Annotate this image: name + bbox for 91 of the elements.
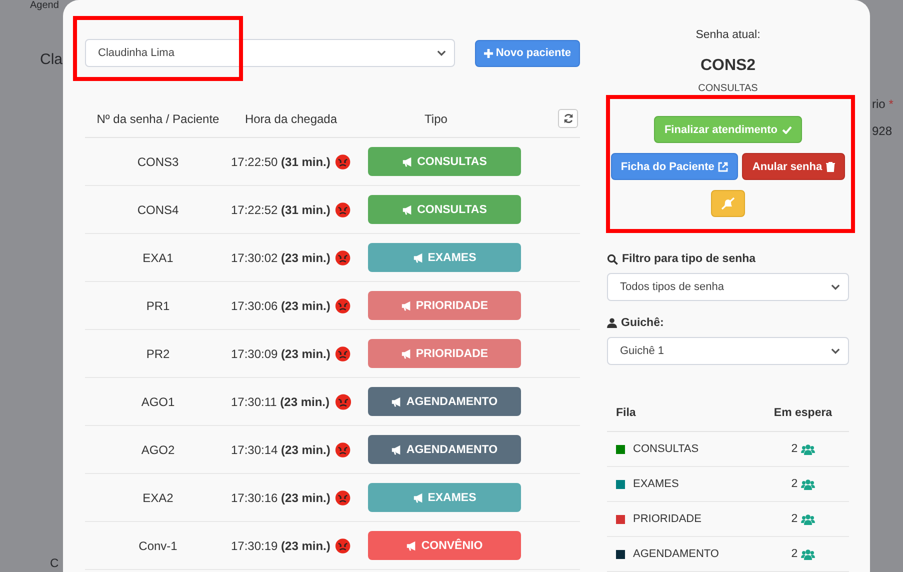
queue-name: EXAMES — [633, 478, 679, 490]
patient-record-button[interactable]: Ficha do Paciente — [610, 153, 738, 180]
nav-link[interactable]: Agend — [30, 0, 59, 11]
call-ticket-button[interactable]: CONVÊNIO — [368, 531, 521, 560]
footer-button[interactable]: C — [50, 556, 59, 570]
angry-face-icon — [335, 344, 351, 362]
ticket-cell-text: CONS3 — [136, 154, 180, 168]
call-ticket-button[interactable]: CONSULTAS — [368, 147, 521, 176]
megaphone-icon — [391, 396, 402, 406]
call-ticket-button[interactable]: AGENDAMENTO — [368, 387, 521, 416]
plus-icon — [484, 48, 493, 58]
field-label: rio * — [872, 97, 894, 111]
counter-label: Guichê: — [607, 317, 849, 329]
arrival-time: 17:30:06 (23 min.) — [231, 298, 330, 312]
waiting-count: 2 — [791, 513, 798, 525]
search-icon — [607, 254, 618, 264]
users-icon — [800, 548, 815, 560]
megaphone-icon — [402, 204, 414, 214]
ticket-cell-text: CONS4 — [136, 202, 180, 216]
caret-icon — [831, 347, 840, 355]
queue-name: PRIORIDADE — [633, 513, 702, 525]
current-ticket-label: Senha atual: — [696, 29, 760, 41]
megaphone-icon — [400, 300, 412, 310]
caret-icon — [831, 283, 840, 291]
check-icon — [782, 126, 792, 134]
column-header: Hora da chegada — [244, 112, 338, 126]
ticket-cell-text: EXA1 — [142, 250, 174, 264]
angry-face-icon — [335, 200, 351, 218]
column-header: Fila — [615, 407, 637, 419]
arrival-time: 17:22:52 (31 min.) — [231, 202, 330, 216]
external-link-icon — [718, 162, 728, 172]
angry-face-icon — [334, 392, 351, 410]
ticket-cell-text: PR1 — [145, 298, 171, 312]
angry-face-icon — [335, 488, 351, 506]
angry-face-icon — [335, 152, 351, 170]
call-ticket-button[interactable]: AGENDAMENTO — [368, 435, 521, 464]
refresh-button[interactable] — [558, 109, 578, 128]
queue-name: CONSULTAS — [633, 443, 699, 455]
megaphone-icon — [400, 348, 412, 358]
arrival-time: 17:30:16 (23 min.) — [231, 490, 330, 504]
counter-select[interactable]: Guichê 1 — [607, 337, 849, 365]
arrival-time: 17:30:02 (23 min.) — [231, 250, 330, 264]
ticket-cell-text: AGO1 — [140, 394, 176, 408]
call-ticket-button[interactable]: EXAMES — [368, 243, 521, 272]
column-header: Em espera — [772, 407, 834, 419]
patient-select[interactable]: Claudinha Lima — [85, 39, 455, 67]
users-icon — [800, 514, 815, 524]
call-ticket-button[interactable]: EXAMES — [368, 483, 521, 512]
users-icon — [800, 444, 815, 454]
arrival-time: 17:30:11 (23 min.) — [231, 394, 330, 408]
muted-bell-icon — [721, 197, 735, 210]
current-ticket-type: CONSULTAS — [698, 83, 758, 94]
ticket-cell-text: AGO2 — [140, 442, 176, 456]
queue-name: AGENDAMENTO — [633, 548, 719, 560]
waiting-count: 2 — [791, 478, 798, 490]
filter-label: Filtro para tipo de senha — [607, 253, 849, 265]
column-header: Tipo — [424, 112, 448, 126]
waiting-count: 2 — [791, 548, 798, 560]
field-value: 928 — [872, 124, 892, 138]
column-header: Nº da senha / Paciente — [96, 112, 220, 126]
current-ticket: CONS2 — [700, 57, 756, 75]
user-icon — [607, 318, 617, 328]
call-ticket-button[interactable]: PRIORIDADE — [368, 339, 521, 368]
megaphone-icon — [391, 444, 402, 454]
angry-face-icon — [335, 296, 351, 314]
waiting-count: 2 — [791, 443, 798, 455]
megaphone-icon — [402, 156, 414, 166]
angry-face-icon — [335, 248, 351, 266]
page-heading: Cla — [40, 51, 63, 68]
ticket-cell-text: PR2 — [145, 346, 171, 360]
angry-face-icon — [335, 536, 351, 554]
arrival-time: 17:22:50 (31 min.) — [231, 154, 330, 168]
arrival-time: 17:30:09 (23 min.) — [231, 346, 330, 360]
megaphone-icon — [412, 492, 424, 502]
megaphone-icon — [412, 252, 424, 262]
caret-icon — [436, 49, 446, 57]
arrival-time: 17:30:19 (23 min.) — [231, 538, 330, 552]
cancel-ticket-button[interactable]: Anular senha — [742, 153, 846, 180]
ticket-cell-text: Conv-1 — [138, 538, 178, 552]
angry-face-icon — [335, 440, 351, 458]
arrival-time: 17:30:14 (23 min.) — [231, 442, 330, 456]
call-ticket-button[interactable]: PRIORIDADE — [368, 291, 521, 320]
ticket-cell-text: EXA2 — [142, 490, 174, 504]
finish-button[interactable]: Finalizar atendimento — [654, 116, 802, 143]
call-ticket-button[interactable]: CONSULTAS — [368, 195, 521, 224]
refresh-icon — [562, 113, 574, 124]
users-icon — [800, 478, 815, 490]
trash-icon — [826, 162, 836, 172]
new-patient-button[interactable]: Novo paciente — [474, 40, 580, 66]
ticket-type-select[interactable]: Todos tipos de senha — [607, 273, 849, 301]
megaphone-icon — [406, 540, 418, 550]
